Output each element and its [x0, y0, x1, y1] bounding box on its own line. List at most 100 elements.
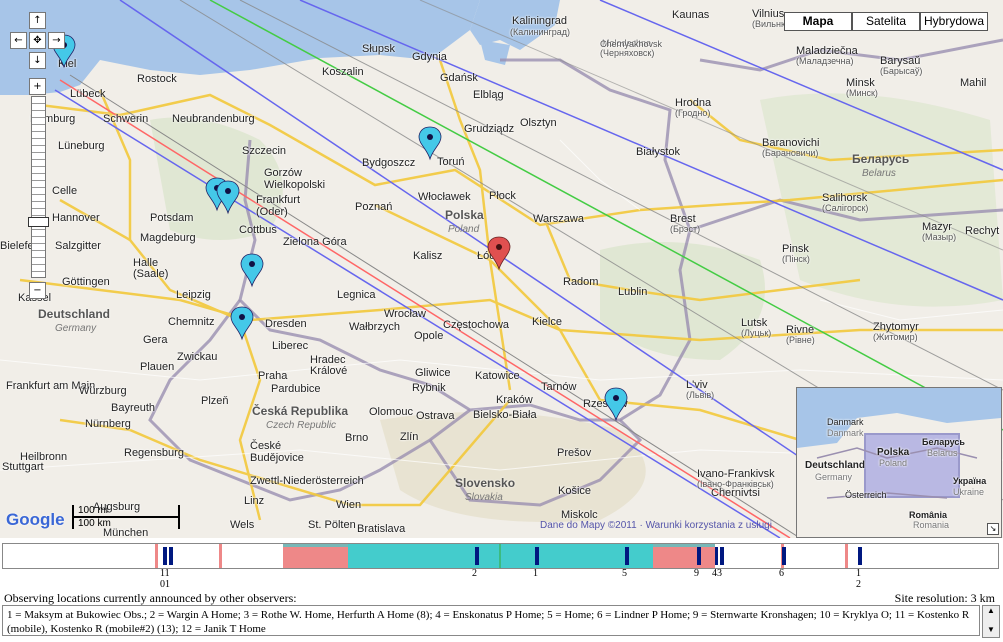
- overview-label: Україна: [953, 476, 987, 486]
- overview-map[interactable]: Danmark Danmark Беларусь Belarus Polska …: [796, 387, 1002, 538]
- country-sub-poland: Poland: [448, 224, 480, 235]
- city-label: Zielona Góra: [283, 236, 347, 248]
- city-label: Linz: [244, 495, 265, 507]
- city-label: (Рівне): [786, 335, 815, 345]
- city-label: Würzburg: [79, 385, 127, 397]
- city-label: Košice: [558, 485, 592, 497]
- city-label: Bratislava: [357, 523, 406, 535]
- map-type-hybrid-button[interactable]: Hybrydowa: [920, 12, 988, 31]
- overview-label: Danmark: [827, 428, 864, 438]
- map-canvas[interactable]: Polska Poland Deutschland Germany Česká …: [0, 0, 1003, 538]
- city-label: Grudziądz: [464, 123, 515, 135]
- city-label: Salzgitter: [55, 240, 101, 252]
- map-type-map-button[interactable]: Mapa: [784, 12, 852, 31]
- scroll-down-icon[interactable]: ▼: [983, 625, 999, 635]
- country-sub-slovakia: Slovakia: [465, 492, 503, 503]
- country-label-slovakia: Slovensko: [455, 476, 516, 490]
- city-label: Plauen: [140, 361, 175, 373]
- city-label: Gdańsk: [440, 72, 478, 84]
- city-label: Potsdam: [150, 212, 194, 224]
- zoom-in-button[interactable]: +: [29, 78, 46, 95]
- city-label: Rostock: [137, 73, 177, 85]
- city-label: Chernivtsi: [711, 487, 760, 499]
- city-label: Gdynia: [412, 51, 447, 63]
- observer-list[interactable]: 1 = Maksym at Bukowiec Obs.; 2 = Wargin …: [2, 605, 980, 636]
- city-label: Celle: [52, 185, 78, 197]
- city-label: Legnica: [337, 289, 376, 301]
- city-label: Toruń: [437, 156, 465, 168]
- pan-down-button[interactable]: ↓: [29, 52, 46, 69]
- city-label: Wrocław: [384, 308, 426, 320]
- overview-label: Danmark: [827, 417, 864, 427]
- timeline-label: 11 01: [160, 568, 170, 590]
- city-label: Kielce: [532, 316, 562, 328]
- city-label: Hannover: [52, 212, 100, 224]
- overview-label: Romania: [913, 520, 950, 530]
- zoom-slider-track[interactable]: [31, 96, 46, 278]
- city-label: Kaunas: [672, 9, 710, 21]
- city-label: Kaliningrad: [512, 15, 568, 27]
- city-label: (Житомир): [873, 332, 918, 342]
- city-label: Opole: [414, 330, 444, 342]
- city-label: Rybnik: [412, 382, 446, 394]
- city-label: Pardubice: [271, 383, 321, 395]
- city-label: Magdeburg: [140, 232, 196, 244]
- overview-label: Ukraine: [953, 487, 985, 497]
- city-label: Frankfurt: [256, 194, 301, 206]
- overview-toggle-icon[interactable]: ↘: [987, 523, 999, 535]
- city-label: Kiel: [58, 58, 77, 70]
- city-label: Radom: [563, 276, 599, 288]
- city-label: Katowice: [475, 370, 520, 382]
- map-type-satellite-button[interactable]: Satelita: [852, 12, 920, 31]
- city-label: (Мазыр): [922, 232, 957, 242]
- city-label: (Saale): [133, 268, 169, 280]
- city-label: St. Pölten: [308, 519, 356, 531]
- city-label: Koszalin: [322, 66, 364, 78]
- google-logo[interactable]: Google: [6, 510, 65, 530]
- timeline-label: 5: [622, 568, 627, 579]
- city-label: Liberec: [272, 340, 309, 352]
- pan-up-button[interactable]: ↑: [29, 12, 46, 29]
- city-label: (Oder): [256, 206, 288, 218]
- pan-right-button[interactable]: →: [48, 32, 65, 49]
- city-label: Wels: [230, 519, 255, 531]
- timeline-label: 6: [779, 568, 784, 579]
- city-label: Ostrava: [416, 410, 455, 422]
- observer-list-scrollbar[interactable]: ▲ ▼: [982, 605, 1000, 638]
- country-sub-germany: Germany: [55, 323, 97, 334]
- city-label: Kraków: [496, 394, 533, 406]
- city-label: Szczecin: [242, 145, 287, 157]
- city-label: Leipzig: [176, 289, 211, 301]
- city-label: Lüneburg: [58, 140, 105, 152]
- country-label-belarus: Беларусь: [852, 152, 910, 166]
- scroll-up-icon[interactable]: ▲: [983, 606, 999, 616]
- city-label: (Маладзечна): [796, 56, 854, 66]
- timeline-bar[interactable]: [2, 543, 999, 569]
- country-label-germany: Deutschland: [38, 307, 111, 321]
- city-label: Białystok: [636, 146, 681, 158]
- zoom-out-button[interactable]: −: [29, 282, 46, 299]
- city-label: Olsztyn: [520, 117, 557, 129]
- pan-left-button[interactable]: ←: [10, 32, 27, 49]
- copyright-link[interactable]: Dane do Mapy ©2011 · Warunki korzystania…: [540, 520, 772, 531]
- country-label-poland: Polska: [445, 208, 484, 222]
- city-label: Lublin: [618, 286, 648, 298]
- country-sub-czech: Czech Republic: [266, 420, 337, 431]
- pan-center-button[interactable]: ✥: [29, 32, 46, 49]
- observing-title: Observing locations currently announced …: [4, 591, 297, 605]
- city-label: (Брэст): [670, 224, 701, 234]
- city-label: České: [250, 440, 282, 452]
- timeline-label: 2: [472, 568, 477, 579]
- city-label: Warszawa: [533, 213, 584, 225]
- city-label: (Калининград): [510, 27, 571, 37]
- city-label: Lübeck: [70, 88, 106, 100]
- city-label: Bydgoszcz: [362, 157, 416, 169]
- zoom-slider-handle[interactable]: [28, 217, 49, 227]
- site-resolution: Site resolution: 3 km: [894, 591, 995, 605]
- city-label: Budějovice: [250, 452, 304, 464]
- city-label: (Луцьк): [741, 328, 772, 338]
- city-label: Brno: [345, 432, 369, 444]
- city-label: Neubrandenburg: [172, 113, 255, 125]
- city-label: Králové: [310, 365, 348, 377]
- city-label: (Львів): [686, 390, 715, 400]
